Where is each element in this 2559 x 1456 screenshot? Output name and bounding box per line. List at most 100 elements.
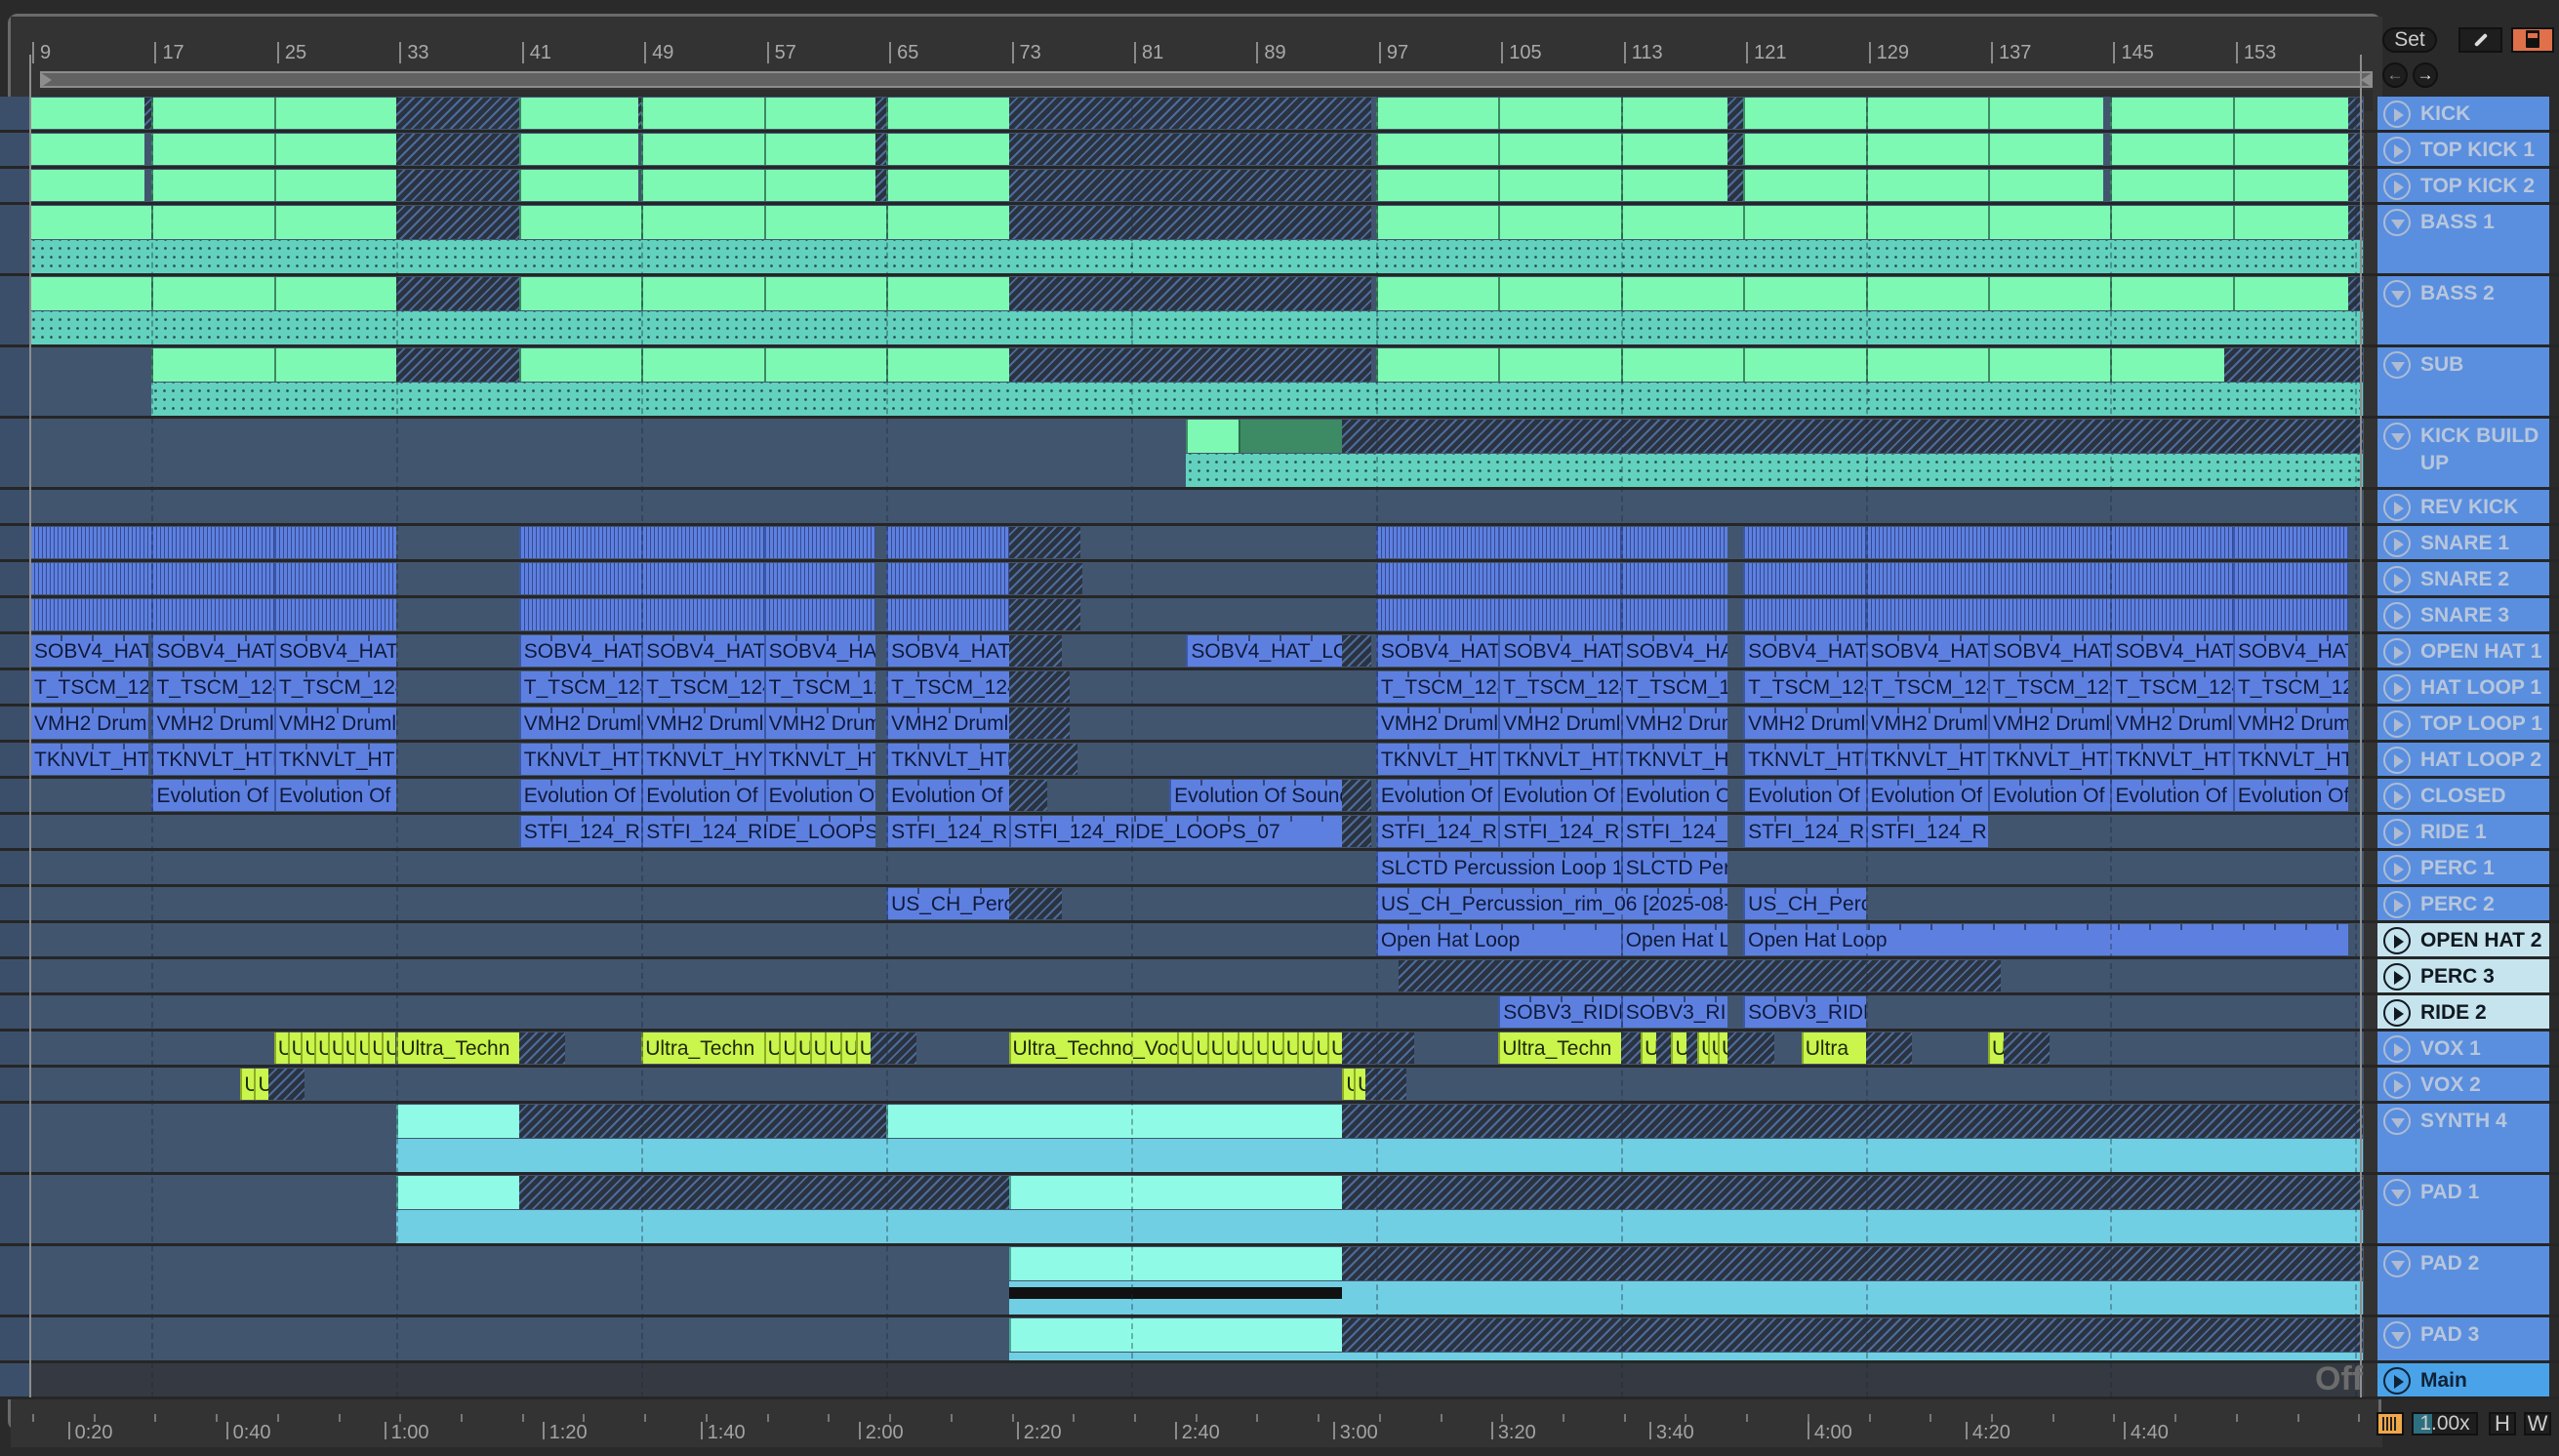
clip[interactable] bbox=[1865, 563, 1989, 594]
clip[interactable] bbox=[2110, 348, 2224, 382]
clip[interactable]: SOBV4_HAT_ bbox=[151, 635, 274, 667]
clip[interactable] bbox=[1498, 563, 1621, 594]
clip[interactable]: TKNVLT_HTE bbox=[2232, 744, 2348, 775]
track-header-closed-hat-1[interactable]: CLOSED HAT 1 bbox=[2377, 779, 2549, 834]
track-header-vox-2[interactable]: VOX 2 bbox=[2377, 1068, 2549, 1101]
clip[interactable] bbox=[1375, 599, 1499, 630]
clip[interactable] bbox=[2110, 134, 2233, 165]
clip[interactable] bbox=[1865, 527, 1989, 558]
clip[interactable]: VMH2 Druml bbox=[1375, 708, 1499, 739]
clip[interactable]: SOBV4_HAT_ bbox=[1498, 635, 1621, 667]
clip[interactable] bbox=[763, 599, 876, 630]
track-header-snare-2[interactable]: SNARE 2 bbox=[2377, 562, 2549, 595]
clip[interactable] bbox=[151, 98, 274, 129]
play-icon[interactable] bbox=[2383, 137, 2411, 164]
clip[interactable]: SOBV3_RIDE bbox=[1620, 996, 1728, 1028]
clip[interactable] bbox=[29, 599, 152, 630]
track-header-sub[interactable]: SUB bbox=[2377, 347, 2549, 416]
clip[interactable]: U bbox=[287, 1032, 302, 1064]
clip[interactable] bbox=[29, 563, 152, 594]
clip[interactable]: VMH2 Druml bbox=[518, 708, 642, 739]
clip[interactable] bbox=[273, 98, 397, 129]
track-lane[interactable]: SOBV4_HAT_SOBV4_HAT_SOBV4_HAT_SOBV4_HAT_… bbox=[0, 634, 2364, 667]
clip[interactable]: VMH2 Druml bbox=[1865, 708, 1989, 739]
clip[interactable]: SOBV4_HAT_LO bbox=[1186, 635, 1343, 667]
clip[interactable]: U bbox=[763, 1032, 780, 1064]
clip[interactable] bbox=[763, 134, 876, 165]
clip[interactable]: Evolution Of bbox=[641, 780, 764, 811]
clip[interactable] bbox=[151, 527, 274, 558]
clip[interactable]: U bbox=[840, 1032, 856, 1064]
clip[interactable] bbox=[1865, 277, 1989, 310]
track-header-top-kick-1[interactable]: TOP KICK 1 bbox=[2377, 133, 2549, 166]
clip[interactable]: SOBV4_HAT_ bbox=[273, 635, 397, 667]
clip[interactable]: SLCTD Perc bbox=[1620, 852, 1728, 883]
clip[interactable]: SOBV4_HAT_ bbox=[641, 635, 764, 667]
clip[interactable] bbox=[151, 348, 274, 382]
clip[interactable] bbox=[763, 563, 876, 594]
play-icon[interactable] bbox=[2383, 999, 2411, 1027]
clip[interactable] bbox=[29, 527, 152, 558]
clip[interactable]: T_TSCM_124 bbox=[1620, 671, 1728, 703]
clip[interactable] bbox=[518, 348, 642, 382]
play-icon[interactable] bbox=[2383, 638, 2411, 666]
track-lane[interactable]: VMH2 Druml VMH2 Druml VMH2 Druml VMH2 Druml… bbox=[0, 707, 2364, 740]
clip[interactable]: U bbox=[1671, 1032, 1687, 1064]
clip[interactable] bbox=[1865, 170, 1989, 201]
play-icon[interactable] bbox=[2383, 494, 2411, 521]
clip[interactable]: STFI_124_RI bbox=[1375, 816, 1499, 847]
clip[interactable] bbox=[1988, 277, 2111, 310]
clip[interactable] bbox=[1988, 206, 2111, 239]
clip[interactable]: U bbox=[254, 1069, 268, 1100]
track-lane[interactable]: TKNVLT_HTETKNVLT_HTETKNVLT_HTETKNVLT_HTE… bbox=[0, 743, 2364, 776]
clip[interactable] bbox=[518, 206, 642, 239]
clip[interactable] bbox=[518, 527, 642, 558]
track-header-kick[interactable]: KICK bbox=[2377, 97, 2549, 130]
clip[interactable] bbox=[1620, 134, 1728, 165]
clip[interactable] bbox=[1498, 277, 1621, 310]
track-lane[interactable]: US_CH_Perc US_CH_Percussion_rim_06 [2025-… bbox=[0, 887, 2364, 920]
clip[interactable] bbox=[886, 170, 1009, 201]
clip[interactable] bbox=[1498, 527, 1621, 558]
clip[interactable]: Evolution Of bbox=[886, 780, 1009, 811]
clip[interactable] bbox=[763, 98, 876, 129]
track-lane[interactable] bbox=[0, 959, 2364, 992]
clip[interactable]: U bbox=[1177, 1032, 1193, 1064]
track-lane[interactable] bbox=[0, 97, 2364, 130]
track-lane[interactable] bbox=[0, 276, 2364, 344]
clip[interactable] bbox=[2232, 527, 2348, 558]
clip[interactable]: SOBV4_HAT_ bbox=[1988, 635, 2111, 667]
clip[interactable] bbox=[1743, 98, 1866, 129]
track-header-perc-3[interactable]: PERC 3 bbox=[2377, 959, 2549, 992]
play-icon[interactable] bbox=[2383, 1367, 2411, 1395]
automation-lane[interactable] bbox=[396, 1210, 2364, 1243]
clip[interactable] bbox=[1620, 563, 1728, 594]
clip[interactable] bbox=[763, 277, 887, 310]
clip[interactable]: VMH2 Druml bbox=[763, 708, 876, 739]
clip[interactable]: VMH2 Druml bbox=[1498, 708, 1621, 739]
clip[interactable]: U bbox=[779, 1032, 794, 1064]
clip[interactable]: TKNVLT_HTE bbox=[1375, 744, 1499, 775]
clip[interactable]: U bbox=[1192, 1032, 1207, 1064]
clip[interactable]: Evolution Of bbox=[1498, 780, 1621, 811]
track-lane[interactable] bbox=[0, 347, 2364, 416]
clip[interactable]: VMH2 Druml bbox=[1620, 708, 1728, 739]
clip[interactable] bbox=[1865, 206, 1989, 239]
clip[interactable]: TKNVLT_HTE bbox=[29, 744, 149, 775]
track-header-top-kick-2[interactable]: TOP KICK 2 bbox=[2377, 169, 2549, 202]
clip[interactable] bbox=[1743, 563, 1866, 594]
clip[interactable]: U bbox=[1237, 1032, 1252, 1064]
clip[interactable]: SOBV4_HAT_ bbox=[1743, 635, 1866, 667]
clip[interactable]: VMH2 Druml bbox=[886, 708, 1009, 739]
clip[interactable]: SOBV3_RIDE bbox=[1498, 996, 1621, 1028]
clip[interactable] bbox=[1375, 170, 1499, 201]
clip[interactable]: U bbox=[825, 1032, 841, 1064]
nav-back-button[interactable]: ← bbox=[2382, 62, 2408, 88]
fold-arrow-icon[interactable] bbox=[2383, 209, 2411, 236]
automation-lane[interactable] bbox=[29, 240, 2364, 273]
clip[interactable] bbox=[1988, 170, 2103, 201]
clip[interactable] bbox=[518, 98, 639, 129]
clip[interactable]: Ultra_Techn bbox=[641, 1032, 764, 1064]
clip[interactable] bbox=[151, 599, 274, 630]
clip[interactable] bbox=[1988, 563, 2111, 594]
